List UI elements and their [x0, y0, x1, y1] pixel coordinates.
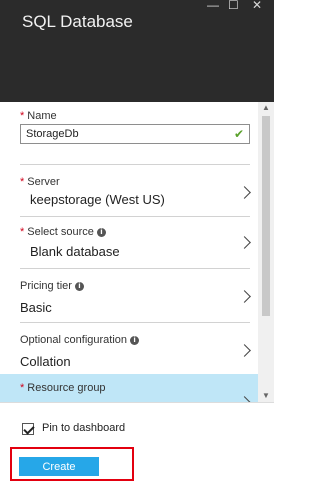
create-button[interactable]: Create — [19, 457, 99, 476]
chevron-right-icon — [238, 290, 251, 303]
pin-to-dashboard-checkbox[interactable] — [22, 423, 34, 435]
optional-configuration-value[interactable]: Collation — [20, 354, 71, 369]
select-source-label: * Select source i — [20, 226, 106, 238]
server-row[interactable]: * Server keepstorage (West US) — [0, 146, 258, 207]
close-icon[interactable]: ✕ — [252, 0, 262, 12]
pricing-tier-value[interactable]: Basic — [20, 300, 52, 315]
divider — [20, 268, 250, 269]
blade-header: — ☐ ✕ SQL Database — [0, 0, 274, 102]
info-icon[interactable]: i — [130, 335, 140, 345]
scroll-down-icon[interactable]: ▼ — [258, 390, 274, 402]
pin-to-dashboard-label[interactable]: Pin to dashboard — [42, 422, 125, 434]
scroll-thumb[interactable] — [262, 116, 270, 316]
resource-group-row[interactable]: * Resource group — [0, 374, 258, 402]
info-icon[interactable]: i — [74, 281, 84, 291]
chevron-right-icon — [238, 344, 251, 357]
required-marker: * — [20, 110, 25, 122]
info-icon[interactable]: i — [96, 227, 106, 237]
scroll-up-icon[interactable]: ▲ — [258, 102, 274, 114]
divider — [20, 322, 250, 323]
required-marker: * — [20, 226, 25, 238]
chevron-right-icon — [238, 236, 251, 249]
required-marker: * — [20, 382, 25, 394]
select-source-value[interactable]: Blank database — [30, 244, 120, 259]
check-icon: ✔ — [233, 127, 244, 141]
vertical-scrollbar[interactable]: ▲ ▼ — [258, 102, 274, 402]
divider — [20, 216, 250, 217]
name-label: * Name — [20, 110, 57, 122]
maximize-icon[interactable]: ☐ — [228, 0, 239, 12]
minimize-icon[interactable]: — — [207, 0, 219, 12]
blade-title: SQL Database — [22, 12, 133, 31]
name-input[interactable]: StorageDb ✔ — [20, 124, 250, 144]
server-label: * Server — [20, 176, 60, 188]
resource-group-label: * Resource group — [20, 382, 106, 394]
blade-footer: Pin to dashboard Create — [0, 402, 274, 481]
pricing-tier-label: Pricing tier i — [20, 280, 84, 292]
form-content: * Name StorageDb ✔ * Server keepstorage (W… — [0, 102, 274, 402]
chevron-right-icon — [238, 186, 251, 199]
optional-configuration-label: Optional configuration i — [20, 334, 140, 346]
required-marker: * — [20, 176, 25, 188]
server-value: keepstorage (West US) — [30, 192, 165, 207]
